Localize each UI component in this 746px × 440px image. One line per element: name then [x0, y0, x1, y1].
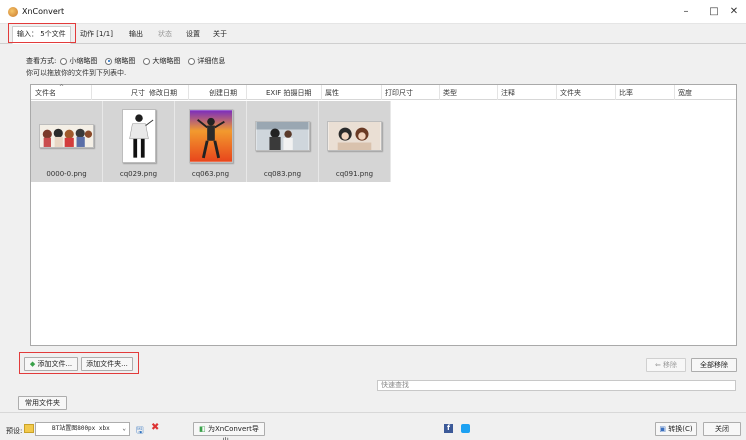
column-divider[interactable] — [91, 85, 92, 100]
delete-icon[interactable]: ✖ — [151, 422, 159, 433]
view-option-small-thumbs[interactable]: 小缩略图 — [60, 56, 97, 66]
file-thumbnail[interactable]: 0000-0.png — [31, 101, 103, 182]
file-thumbnail[interactable]: cq091.png — [319, 101, 391, 182]
favorite-folders-button[interactable]: 常用文件夹 — [18, 396, 67, 410]
column-created[interactable]: 创建日期 — [209, 88, 237, 98]
convert-button[interactable]: ▣ 转换(C) — [655, 422, 697, 436]
column-attributes[interactable]: 属性 — [325, 88, 339, 98]
radio-selected-icon — [105, 57, 113, 65]
file-name: cq063.png — [191, 170, 230, 178]
remove-all-button[interactable]: 全部移除 — [691, 358, 737, 372]
column-width[interactable]: 宽度 — [678, 88, 692, 98]
image-preview — [188, 109, 233, 163]
tab-highlight-box — [8, 23, 76, 43]
image-preview — [121, 109, 156, 163]
bottom-bar: 预设: BT站置图800px xbx ⌄ 🖫 ✖ ◧ 为XnConvert导出.… — [0, 413, 746, 440]
close-window-button[interactable]: ✕ — [720, 4, 746, 20]
column-divider[interactable] — [321, 85, 322, 100]
app-logo-icon — [8, 7, 18, 17]
column-divider[interactable] — [674, 85, 675, 100]
image-preview — [39, 124, 94, 148]
remove-icon: ⇐ — [654, 361, 661, 369]
column-size[interactable]: 尺寸 — [131, 88, 145, 98]
tab-actions[interactable]: 动作 [1/1] — [76, 27, 117, 42]
tab-status[interactable]: 状态 — [154, 27, 176, 42]
title-bar: XnConvert – □ ✕ — [0, 0, 746, 24]
tab-bar: 输入： 5个文件 动作 [1/1] 输出 状态 设置 关于 — [0, 24, 746, 44]
column-divider[interactable] — [556, 85, 557, 100]
column-divider[interactable] — [615, 85, 616, 100]
folder-icon[interactable] — [24, 424, 34, 433]
column-type[interactable]: 类型 — [443, 88, 457, 98]
file-name: cq091.png — [335, 170, 374, 178]
save-icon[interactable]: 🖫 — [136, 423, 144, 439]
file-list[interactable]: 文件名 ^ 尺寸 修改日期 创建日期 EXIF 拍摄日期 属性 打印尺寸 类型 … — [30, 84, 737, 346]
file-name: cq029.png — [119, 170, 158, 178]
close-button[interactable]: 关闭 — [703, 422, 741, 436]
image-preview — [255, 121, 310, 151]
column-folder[interactable]: 文件夹 — [560, 88, 581, 98]
file-name: 0000-0.png — [46, 170, 87, 178]
file-name: cq083.png — [263, 170, 302, 178]
column-exif-date[interactable]: EXIF 拍摄日期 — [266, 88, 312, 98]
image-preview — [327, 121, 382, 151]
file-thumbnail[interactable]: cq029.png — [103, 101, 175, 182]
view-option-thumbs[interactable]: 缩略图 — [105, 56, 135, 66]
file-thumbnail[interactable]: cq083.png — [247, 101, 319, 182]
column-divider[interactable] — [497, 85, 498, 100]
column-divider[interactable] — [439, 85, 440, 100]
column-divider[interactable] — [246, 85, 247, 100]
drop-hint: 你可以拖放你的文件到下列表中. — [26, 69, 127, 77]
convert-icon: ▣ — [659, 425, 667, 433]
facebook-icon[interactable]: f — [444, 424, 453, 433]
tab-settings[interactable]: 设置 — [182, 27, 204, 42]
file-thumbnail[interactable]: cq063.png — [175, 101, 247, 182]
column-filename[interactable]: 文件名 — [35, 88, 56, 98]
view-option-large-thumbs[interactable]: 大缩略图 — [143, 56, 180, 66]
list-header: 文件名 ^ 尺寸 修改日期 创建日期 EXIF 拍摄日期 属性 打印尺寸 类型 … — [31, 84, 736, 100]
window-title: XnConvert — [22, 7, 65, 16]
column-ratio[interactable]: 比率 — [619, 88, 633, 98]
preset-select[interactable]: BT站置图800px xbx ⌄ — [35, 422, 130, 436]
tab-output[interactable]: 输出 — [125, 27, 147, 42]
column-print-size[interactable]: 打印尺寸 — [385, 88, 413, 98]
column-comment[interactable]: 注释 — [501, 88, 515, 98]
remove-button[interactable]: ⇐ 移除 — [646, 358, 686, 372]
radio-icon — [143, 57, 151, 65]
view-mode-row: 查看方式: 小缩略图 缩略图 大缩略图 详细信息 — [26, 56, 229, 66]
radio-icon — [60, 57, 68, 65]
view-mode-label: 查看方式: — [26, 57, 57, 65]
column-divider[interactable] — [381, 85, 382, 100]
column-divider[interactable] — [188, 85, 189, 100]
twitter-icon[interactable] — [461, 424, 470, 433]
quick-search-input[interactable]: 快速查找 — [377, 380, 736, 391]
radio-icon — [188, 57, 196, 65]
chevron-down-icon: ⌄ — [122, 425, 126, 432]
preset-label: 预设: — [6, 427, 23, 435]
tab-about[interactable]: 关于 — [209, 27, 231, 42]
minimize-button[interactable]: – — [672, 4, 700, 20]
buttons-highlight-box — [19, 352, 139, 374]
sort-up-icon: ^ — [59, 84, 65, 91]
export-icon: ◧ — [199, 425, 206, 433]
column-modified[interactable]: 修改日期 — [149, 88, 177, 98]
export-for-xnconvert-button[interactable]: ◧ 为XnConvert导出... — [193, 422, 265, 440]
view-option-details[interactable]: 详细信息 — [188, 56, 225, 66]
